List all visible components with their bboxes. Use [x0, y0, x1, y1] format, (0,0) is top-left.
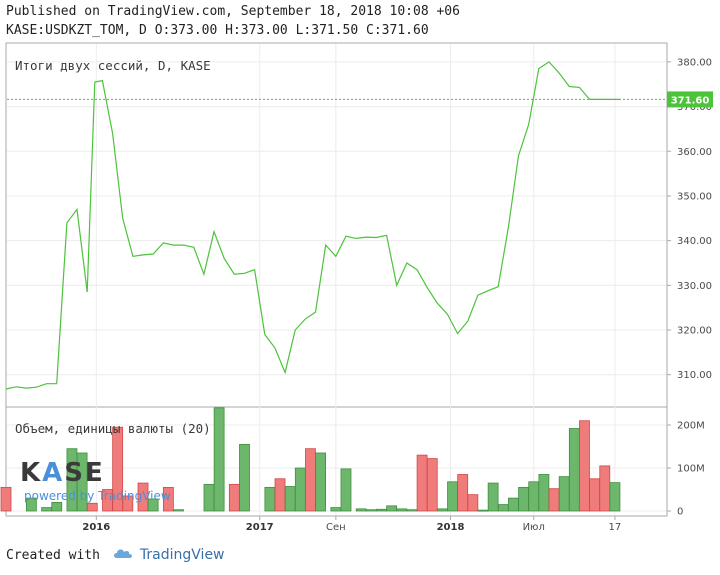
- volume-bar: [274, 478, 286, 512]
- footer: Created with TradingView: [6, 546, 225, 564]
- volume-bar: [51, 502, 63, 512]
- volume-bar: [589, 478, 601, 512]
- volume-bar: [396, 508, 408, 512]
- volume-bar: [386, 505, 398, 512]
- price-tick-label: 320.00: [677, 326, 712, 337]
- volume-bar: [457, 474, 469, 512]
- volume-pane-label: Объем, единицы валюты (20): [15, 421, 211, 436]
- price-line: [5, 61, 620, 390]
- volume-bar: [558, 476, 570, 512]
- time-tick-label: 17: [609, 522, 622, 533]
- price-tick-label: 330.00: [677, 281, 712, 292]
- volume-bar: [538, 474, 550, 512]
- volume-bar: [599, 465, 611, 512]
- volume-bar: [447, 481, 458, 512]
- volume-bar: [284, 486, 296, 512]
- tradingview-brand-link[interactable]: TradingView: [140, 547, 225, 563]
- volume-bar: [406, 509, 418, 512]
- volume-bar: [41, 507, 52, 512]
- volume-bar: [487, 482, 499, 512]
- last-price-marker: 371.60: [7, 91, 713, 108]
- time-tick-label: Сен: [326, 522, 346, 533]
- time-tick-label: 2016: [82, 522, 110, 533]
- volume-bar: [568, 428, 580, 512]
- volume-bar: [305, 448, 316, 512]
- chart-frame: [5, 42, 668, 517]
- volume-bar: [518, 486, 529, 512]
- volume-bar: [579, 420, 590, 512]
- price-tick-label: 380.00: [677, 57, 712, 68]
- volume-bar: [0, 486, 12, 512]
- volume-bar: [294, 467, 306, 512]
- volume-axis: 0 100M 200M: [667, 421, 705, 518]
- volume-bar: [467, 494, 479, 512]
- created-with-label: Created with: [6, 547, 100, 563]
- price-grid: [7, 44, 666, 515]
- price-tick-label: 310.00: [677, 370, 712, 381]
- volume-bar: [477, 509, 489, 512]
- volume-bar: [228, 483, 240, 512]
- volume-bar: [330, 507, 342, 512]
- powered-by-label: powered by TradingView: [24, 489, 171, 503]
- volume-bar: [315, 452, 327, 512]
- volume-bar: [239, 443, 250, 512]
- volume-bar: [376, 508, 387, 512]
- volume-bar: [548, 488, 560, 512]
- time-axis: 2016 2017 Сен 2018 Июл 17: [82, 516, 621, 533]
- volume-tick-label: 100M: [677, 464, 705, 475]
- volume-tick-label: 0: [677, 507, 683, 518]
- volume-bar: [365, 509, 377, 512]
- volume-bar: [355, 508, 367, 512]
- time-tick-label: 2018: [437, 522, 465, 533]
- kase-logo: KASE: [20, 458, 105, 488]
- volume-bar: [173, 509, 184, 512]
- price-series: [5, 61, 620, 390]
- volume-bar: [203, 483, 215, 512]
- time-tick-label: Июл: [523, 522, 545, 533]
- volume-bar: [508, 497, 519, 512]
- price-pane-label: Итоги двух сессий, D, KASE: [15, 58, 211, 73]
- volume-bar: [609, 482, 621, 512]
- volume-bar: [416, 454, 428, 512]
- time-tick-label: 2017: [246, 522, 274, 533]
- volume-bar: [340, 468, 352, 512]
- tradingview-cloud-icon: [112, 546, 134, 564]
- volume-bar: [436, 508, 448, 512]
- price-tick-label: 360.00: [677, 147, 712, 158]
- volume-bar: [86, 502, 98, 512]
- volume-bar: [264, 486, 276, 512]
- volume-bar: [213, 407, 225, 512]
- last-price-label: 371.60: [671, 95, 710, 106]
- volume-bar: [497, 504, 509, 512]
- price-tick-label: 350.00: [677, 191, 712, 202]
- volume-bar: [426, 458, 438, 512]
- volume-bar: [528, 481, 540, 512]
- price-tick-label: 340.00: [677, 236, 712, 247]
- volume-tick-label: 200M: [677, 421, 705, 432]
